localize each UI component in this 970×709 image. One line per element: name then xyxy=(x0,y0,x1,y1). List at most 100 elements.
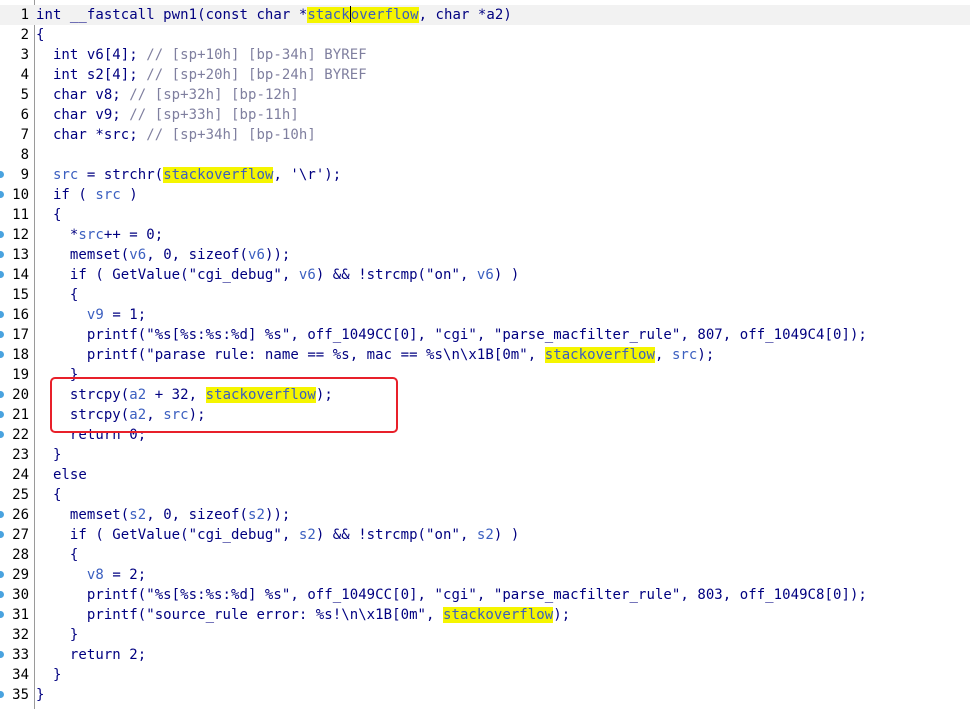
code-line[interactable]: 14 if ( GetValue("cgi_debug", v6) && !st… xyxy=(0,265,970,285)
code-text[interactable]: else xyxy=(36,465,87,485)
code-line[interactable]: 24 else xyxy=(0,465,970,485)
code-variable[interactable]: src xyxy=(163,407,188,423)
highlighted-identifier[interactable]: overflow xyxy=(350,7,419,23)
code-text[interactable]: *src++ = 0; xyxy=(36,225,163,245)
code-text[interactable]: char *src; // [sp+34h] [bp-10h] xyxy=(36,125,316,145)
code-line[interactable]: 30 printf("%s[%s:%s:%d] %s", off_1049CC[… xyxy=(0,585,970,605)
code-line[interactable]: 17 printf("%s[%s:%s:%d] %s", off_1049CC[… xyxy=(0,325,970,345)
line-number: 19 xyxy=(12,367,29,383)
code-text[interactable]: v9 = 1; xyxy=(36,305,146,325)
code-text[interactable]: int __fastcall pwn1(const char *stackove… xyxy=(36,5,512,25)
code-text[interactable]: char v8; // [sp+32h] [bp-12h] xyxy=(36,85,299,105)
code-text[interactable]: } xyxy=(36,365,78,385)
code-line[interactable]: 25 { xyxy=(0,485,970,505)
code-text[interactable]: strcpy(a2 + 32, stackoverflow); xyxy=(36,385,333,405)
code-line[interactable]: 22 return 0; xyxy=(0,425,970,445)
code-variable[interactable]: v9 xyxy=(87,307,104,323)
code-line[interactable]: 5 char v8; // [sp+32h] [bp-12h] xyxy=(0,85,970,105)
code-line[interactable]: 12 *src++ = 0; xyxy=(0,225,970,245)
code-variable[interactable]: s2 xyxy=(248,507,265,523)
code-variable[interactable]: src xyxy=(53,167,78,183)
code-text[interactable]: } xyxy=(36,625,78,645)
code-text[interactable]: strcpy(a2, src); xyxy=(36,405,206,425)
code-variable[interactable]: v6 xyxy=(477,267,494,283)
highlighted-identifier[interactable]: stackoverflow xyxy=(205,387,316,403)
code-line[interactable]: 18 printf("parase rule: name == %s, mac … xyxy=(0,345,970,365)
code-line[interactable]: 28 { xyxy=(0,545,970,565)
code-line[interactable]: 35} xyxy=(0,685,970,705)
code-variable[interactable]: s2 xyxy=(299,527,316,543)
code-text[interactable]: if ( GetValue("cgi_debug", v6) && !strcm… xyxy=(36,265,519,285)
code-variable[interactable]: v6 xyxy=(299,267,316,283)
code-line[interactable]: 21 strcpy(a2, src); xyxy=(0,405,970,425)
code-line[interactable]: 20 strcpy(a2 + 32, stackoverflow); xyxy=(0,385,970,405)
code-text[interactable]: memset(s2, 0, sizeof(s2)); xyxy=(36,505,290,525)
code-line[interactable]: 27 if ( GetValue("cgi_debug", s2) && !st… xyxy=(0,525,970,545)
code-variable[interactable]: v8 xyxy=(87,567,104,583)
code-line[interactable]: 34 } xyxy=(0,665,970,685)
code-text[interactable]: v8 = 2; xyxy=(36,565,146,585)
code-variable[interactable]: src xyxy=(672,347,697,363)
line-number: 23 xyxy=(12,447,29,463)
code-text[interactable]: printf("parase rule: name == %s, mac == … xyxy=(36,345,714,365)
code-line[interactable]: 19 } xyxy=(0,365,970,385)
code-variable[interactable]: s2 xyxy=(477,527,494,543)
code-variable[interactable]: a2 xyxy=(129,407,146,423)
code-line[interactable]: 7 char *src; // [sp+34h] [bp-10h] xyxy=(0,125,970,145)
code-variable[interactable]: a2 xyxy=(129,387,146,403)
code-text[interactable]: int s2[4]; // [sp+20h] [bp-24h] BYREF xyxy=(36,65,367,85)
code-variable[interactable]: s2 xyxy=(129,507,146,523)
highlighted-identifier[interactable]: stackoverflow xyxy=(544,347,655,363)
code-lines: 1 int __fastcall pwn1(const char *stackov… xyxy=(0,5,970,705)
code-line[interactable]: 33 return 2; xyxy=(0,645,970,665)
code-text[interactable]: if ( GetValue("cgi_debug", s2) && !strcm… xyxy=(36,525,519,545)
code-line[interactable]: 9 src = strchr(stackoverflow, '\r'); xyxy=(0,165,970,185)
code-line[interactable]: 16 v9 = 1; xyxy=(0,305,970,325)
code-text[interactable]: printf("%s[%s:%s:%d] %s", off_1049CC[0],… xyxy=(36,325,867,345)
highlighted-identifier[interactable]: stackoverflow xyxy=(163,167,274,183)
highlighted-identifier[interactable]: stackoverflow xyxy=(442,607,554,623)
code-text[interactable]: src = strchr(stackoverflow, '\r'); xyxy=(36,165,341,185)
code-text[interactable]: } xyxy=(36,665,61,685)
code-text[interactable]: printf("%s[%s:%s:%d] %s", off_1049CC[0],… xyxy=(36,585,867,605)
code-text[interactable]: { xyxy=(36,485,61,505)
code-line[interactable]: 32 } xyxy=(0,625,970,645)
code-variable[interactable]: v6 xyxy=(129,247,146,263)
code-text[interactable]: { xyxy=(36,25,44,45)
code-text[interactable]: } xyxy=(36,445,61,465)
code-text[interactable]: { xyxy=(36,205,61,225)
code-text[interactable]: if ( src ) xyxy=(36,185,138,205)
code-line[interactable]: 11 { xyxy=(0,205,970,225)
code-line[interactable]: 1 int __fastcall pwn1(const char *stackov… xyxy=(0,5,970,25)
code-line[interactable]: 13 memset(v6, 0, sizeof(v6)); xyxy=(0,245,970,265)
code-text[interactable]: { xyxy=(36,285,78,305)
code-text[interactable]: } xyxy=(36,685,44,705)
code-variable[interactable]: src xyxy=(95,187,120,203)
code-line[interactable]: 8 xyxy=(0,145,970,165)
code-text[interactable]: return 2; xyxy=(36,645,146,665)
code-line[interactable]: 15 { xyxy=(0,285,970,305)
code-line[interactable]: 23 } xyxy=(0,445,970,465)
code-text[interactable]: memset(v6, 0, sizeof(v6)); xyxy=(36,245,290,265)
code-token: ) && !strcmp("on", xyxy=(315,267,477,283)
code-line[interactable]: 31 printf("source_rule error: %s!\n\x1B[… xyxy=(0,605,970,625)
code-line[interactable]: 3 int v6[4]; // [sp+10h] [bp-34h] BYREF xyxy=(0,45,970,65)
code-line[interactable]: 26 memset(s2, 0, sizeof(s2)); xyxy=(0,505,970,525)
line-number: 25 xyxy=(12,487,29,503)
code-line[interactable]: 10 if ( src ) xyxy=(0,185,970,205)
highlighted-identifier[interactable]: stack xyxy=(307,7,350,23)
code-text[interactable]: { xyxy=(36,545,78,565)
code-token: * xyxy=(36,227,79,243)
code-text[interactable]: printf("source_rule error: %s!\n\x1B[0m"… xyxy=(36,605,570,625)
code-line[interactable]: 29 v8 = 2; xyxy=(0,565,970,585)
code-line[interactable]: 6 char v9; // [sp+33h] [bp-11h] xyxy=(0,105,970,125)
code-variable[interactable]: src xyxy=(78,227,103,243)
code-line[interactable]: 2{ xyxy=(0,25,970,45)
code-text[interactable]: int v6[4]; // [sp+10h] [bp-34h] BYREF xyxy=(36,45,367,65)
code-token: printf("%s[%s:%s:%d] %s", off_1049CC[0],… xyxy=(36,587,867,603)
code-variable[interactable]: v6 xyxy=(248,247,265,263)
pseudocode-editor[interactable]: 1 int __fastcall pwn1(const char *stackov… xyxy=(0,0,970,709)
code-text[interactable]: return 0; xyxy=(36,425,146,445)
code-text[interactable]: char v9; // [sp+33h] [bp-11h] xyxy=(36,105,299,125)
code-line[interactable]: 4 int s2[4]; // [sp+20h] [bp-24h] BYREF xyxy=(0,65,970,85)
